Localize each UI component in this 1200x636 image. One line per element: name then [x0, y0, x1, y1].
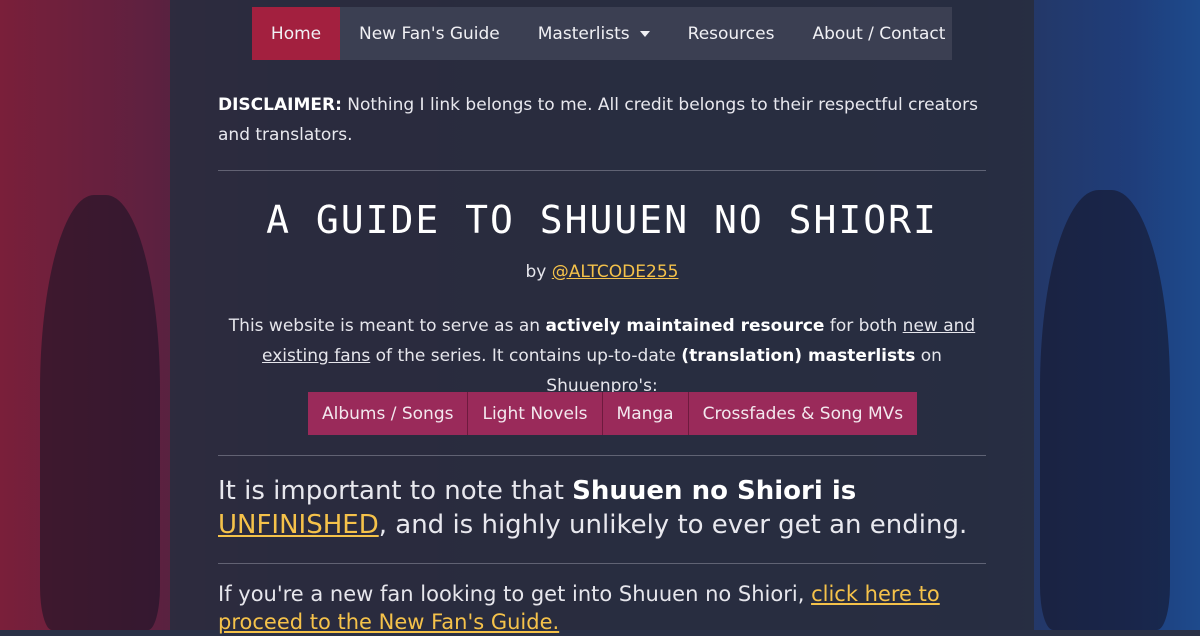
notice-bold: Shuuen no Shiori is [572, 476, 857, 506]
nav-new-fans-guide[interactable]: New Fan's Guide [340, 7, 519, 60]
divider [218, 170, 986, 171]
author-link[interactable]: @ALTCODE255 [552, 262, 679, 282]
nav-resources-label: Resources [687, 23, 775, 44]
nav-new-fans-guide-label: New Fan's Guide [359, 23, 500, 44]
notice-text-2: , and is highly unlikely to ever get an … [378, 510, 968, 540]
intro-text-1: This website is meant to serve as an [228, 316, 546, 336]
divider [218, 455, 986, 456]
intro-text-3: of the series. It contains up-to-date [370, 346, 682, 366]
nav-about-contact[interactable]: About / Contact [793, 7, 964, 60]
masterlist-button-group: Albums / Songs Light Novels Manga Crossf… [308, 392, 918, 435]
background-silhouette-left [40, 195, 160, 630]
byline: by @ALTCODE255 [218, 262, 986, 282]
light-novels-button[interactable]: Light Novels [468, 392, 603, 435]
new-fan-text: If you're a new fan looking to get into … [218, 582, 812, 606]
crossfades-song-mvs-button[interactable]: Crossfades & Song MVs [688, 392, 918, 435]
disclaimer: DISCLAIMER: Nothing I link belongs to me… [218, 90, 986, 150]
albums-songs-button[interactable]: Albums / Songs [308, 392, 469, 435]
nav-home-label: Home [270, 23, 322, 44]
page-title: A GUIDE TO SHUUEN NO SHIORI [266, 198, 938, 242]
main-navbar: Home New Fan's Guide Masterlists Resourc… [252, 7, 952, 60]
unfinished-notice: It is important to note that Shuuen no S… [218, 474, 986, 542]
divider [218, 563, 986, 564]
notice-text-1: It is important to note that [218, 476, 573, 506]
nav-masterlists-dropdown[interactable]: Masterlists [519, 7, 669, 60]
unfinished-link[interactable]: UNFINISHED [218, 510, 379, 540]
intro-paragraph: This website is meant to serve as an act… [218, 311, 986, 401]
intro-text-2: for both [824, 316, 903, 336]
manga-button[interactable]: Manga [602, 392, 689, 435]
nav-masterlists-label: Masterlists [537, 23, 630, 44]
byline-prefix: by [525, 262, 552, 282]
nav-home[interactable]: Home [252, 7, 340, 60]
caret-down-icon [639, 30, 650, 37]
nav-resources[interactable]: Resources [669, 7, 794, 60]
intro-bold-1: actively maintained resource [545, 316, 825, 336]
background-silhouette-right [1040, 190, 1170, 630]
disclaimer-heading: DISCLAIMER: [218, 95, 342, 115]
nav-about-contact-label: About / Contact [812, 23, 946, 44]
intro-bold-2: (translation) masterlists [681, 346, 916, 366]
new-fan-paragraph: If you're a new fan looking to get into … [218, 580, 986, 636]
